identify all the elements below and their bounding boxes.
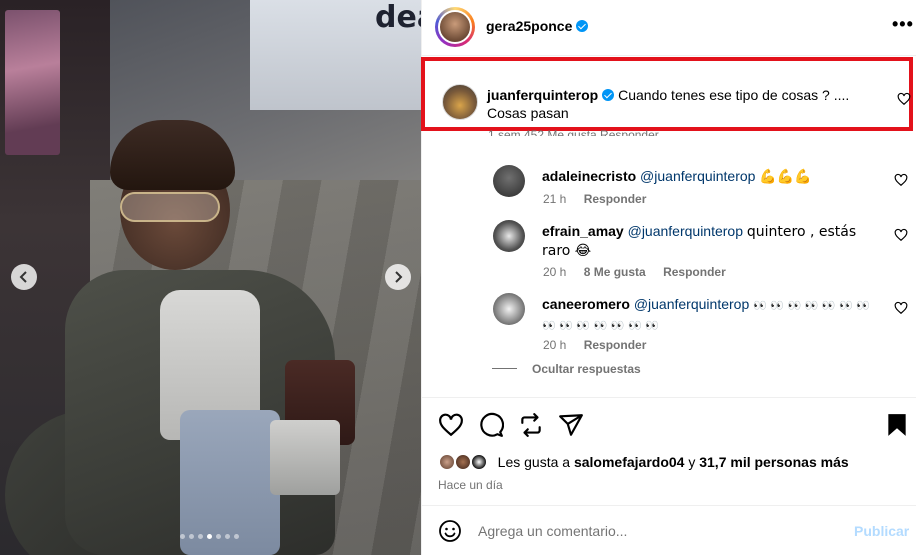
author-avatar[interactable] (435, 7, 475, 47)
reply-mention[interactable]: @juanferquinterop (640, 168, 755, 184)
comment-username[interactable]: juanferquinterop (487, 87, 598, 103)
main-comment-meta: 1 sem 452 Me gusta Responder (488, 128, 659, 142)
chevron-right-icon (395, 271, 403, 283)
reply-meta: 20 h Responder (543, 338, 646, 352)
likes-prefix: Les gusta a (497, 454, 574, 470)
likes-mid: y (684, 454, 700, 470)
next-photo-button[interactable] (385, 264, 411, 290)
comments-section: juanferquinterop Cuando tenes ese tipo d… (421, 57, 916, 397)
reply-time: 20 h (543, 265, 567, 279)
like-reply-heart-icon[interactable] (894, 228, 908, 242)
post-photo[interactable]: dea (0, 0, 421, 555)
post-comment-button[interactable]: Publicar (854, 523, 909, 539)
verified-badge-icon (602, 89, 615, 101)
reply-mention[interactable]: @juanferquinterop (634, 296, 749, 312)
reply-username[interactable]: caneeromero (542, 296, 630, 312)
comment-input[interactable] (478, 523, 838, 539)
like-heart-icon[interactable] (438, 412, 464, 438)
hide-replies-line (492, 368, 517, 369)
reply-time: 20 h (543, 338, 567, 352)
likes-summary: Les gusta a salomefajardo04 y 31,7 mil p… (438, 453, 849, 471)
hide-replies-button[interactable]: Ocultar respuestas (532, 362, 641, 376)
carousel-dot (216, 534, 221, 539)
reply-mention[interactable]: @juanferquinterop (628, 223, 743, 239)
carousel-dot-active (207, 534, 212, 539)
author-username-link[interactable]: gera25ponce (486, 18, 589, 34)
reply-meta: 21 h Responder (543, 192, 646, 206)
reply-body: caneeromero @juanferquinterop 👀 👀 👀 👀 👀 … (542, 295, 882, 335)
reply-button[interactable]: Responder (584, 338, 647, 352)
post-time[interactable]: Hace un día (438, 478, 503, 492)
chevron-left-icon (19, 271, 27, 283)
previous-photo-button[interactable] (11, 264, 37, 290)
reply-button[interactable]: Responder (663, 265, 726, 279)
reply-likes[interactable]: 8 Me gusta (584, 265, 646, 279)
carousel-dot (180, 534, 185, 539)
post-header: gera25ponce ••• (422, 0, 916, 56)
liker-avatar (469, 453, 488, 471)
reply-avatar[interactable] (493, 220, 525, 252)
like-reply-heart-icon[interactable] (894, 301, 908, 315)
highlight-box: juanferquinterop Cuando tenes ese tipo d… (421, 57, 913, 131)
photo-sign-text: dea (375, 0, 421, 35)
reply-button[interactable]: Responder (584, 192, 647, 206)
reply-avatar[interactable] (493, 165, 525, 197)
reply-meta: 20 h 8 Me gusta Responder (543, 265, 726, 279)
carousel-dot (189, 534, 194, 539)
reply-body: efrain_amay @juanferquinterop quintero ,… (542, 222, 882, 260)
likes-user-link[interactable]: salomefajardo04 (574, 454, 685, 470)
hide-replies-label[interactable]: Ocultar respuestas (532, 362, 641, 376)
reply-text: 💪💪💪 (759, 169, 812, 185)
like-comment-heart-icon[interactable] (897, 92, 911, 106)
author-username[interactable]: gera25ponce (486, 18, 572, 34)
carousel-dot (198, 534, 203, 539)
repost-icon[interactable] (518, 412, 544, 438)
emoji-smiley-icon[interactable] (438, 519, 462, 543)
post-side-panel: gera25ponce ••• juanferquinterop Cuando … (421, 0, 916, 555)
reply-avatar[interactable] (493, 293, 525, 325)
more-options-icon[interactable]: ••• (892, 14, 914, 35)
comment-bubble-icon[interactable] (478, 412, 504, 438)
reply-username[interactable]: adaleinecristo (542, 168, 636, 184)
carousel-dot (234, 534, 239, 539)
share-send-icon[interactable] (558, 412, 584, 438)
save-bookmark-icon[interactable] (884, 412, 910, 438)
verified-badge-icon (576, 20, 589, 32)
like-reply-heart-icon[interactable] (894, 173, 908, 187)
photo-person (5, 110, 365, 555)
comment-body: juanferquinterop Cuando tenes ese tipo d… (487, 86, 883, 122)
likes-count-link[interactable]: 31,7 mil personas más (699, 454, 848, 470)
commenter-avatar[interactable] (442, 84, 478, 120)
post-actions: Les gusta a salomefajardo04 y 31,7 mil p… (422, 397, 916, 512)
comment-composer: Publicar (422, 505, 916, 555)
reply-username[interactable]: efrain_amay (542, 223, 624, 239)
carousel-dot (225, 534, 230, 539)
carousel-dots (180, 534, 239, 539)
reply-time: 21 h (543, 192, 567, 206)
reply-body: adaleinecristo @juanferquinterop 💪💪💪 (542, 167, 882, 186)
